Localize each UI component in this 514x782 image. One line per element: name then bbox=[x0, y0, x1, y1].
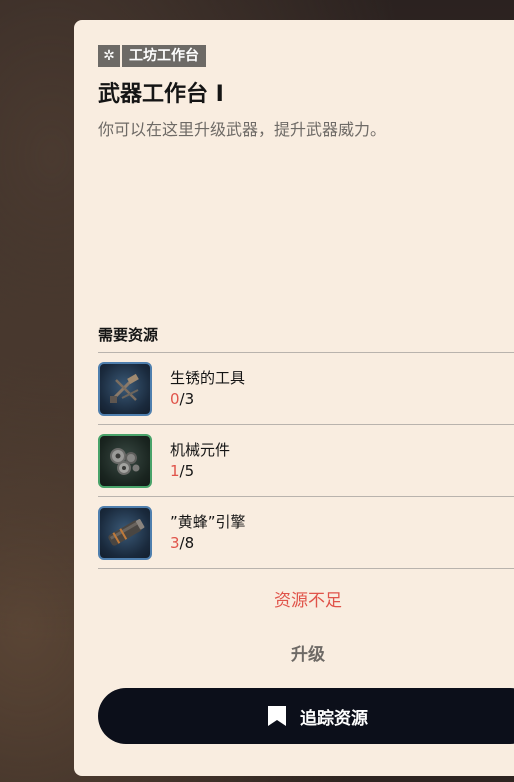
gear-icon: ✲ bbox=[98, 45, 120, 67]
resource-have: 0 bbox=[170, 389, 180, 408]
resource-count: 1/5 bbox=[170, 460, 230, 482]
resource-row-rusty-tools[interactable]: 生锈的工具 0/3 bbox=[98, 352, 514, 424]
upgrade-button[interactable]: 升级 bbox=[74, 640, 514, 665]
resource-list: 生锈的工具 0/3 机械元件 1/5 ”黄蜂”引擎 3/8 bbox=[98, 352, 514, 569]
track-resources-label: 追踪资源 bbox=[300, 708, 368, 729]
bookmark-icon bbox=[268, 706, 286, 726]
engine-icon bbox=[98, 505, 152, 560]
category-label: 工坊工作台 bbox=[122, 45, 206, 67]
category-tag: ✲ 工坊工作台 bbox=[98, 44, 206, 68]
panel-title: 武器工作台 I bbox=[98, 82, 224, 107]
resource-count: 3/8 bbox=[170, 532, 246, 554]
requirements-title: 需要资源 bbox=[98, 326, 159, 344]
resource-need: /3 bbox=[179, 389, 195, 408]
resource-name: ”黄蜂”引擎 bbox=[170, 512, 246, 531]
panel-description: 你可以在这里升级武器，提升武器威力。 bbox=[98, 120, 387, 139]
resource-name: 机械元件 bbox=[170, 440, 231, 459]
mechanical-parts-icon bbox=[98, 433, 152, 488]
rusty-tools-icon bbox=[98, 361, 152, 416]
workbench-panel: ✲ 工坊工作台 武器工作台 I 你可以在这里升级武器，提升武器威力。 需要资源 … bbox=[74, 20, 514, 776]
resource-count: 0/3 bbox=[170, 388, 245, 410]
resource-have: 1 bbox=[170, 461, 180, 480]
resource-have: 3 bbox=[170, 533, 180, 552]
track-resources-button[interactable]: 追踪资源 bbox=[98, 688, 514, 744]
resource-need: /5 bbox=[179, 461, 195, 480]
resource-need: /8 bbox=[179, 533, 195, 552]
resource-row-mechanical-parts[interactable]: 机械元件 1/5 bbox=[98, 424, 514, 496]
resource-row-engine[interactable]: ”黄蜂”引擎 3/8 bbox=[98, 496, 514, 569]
insufficient-resources-text: 资源不足 bbox=[274, 591, 342, 611]
resource-name: 生锈的工具 bbox=[170, 368, 246, 387]
